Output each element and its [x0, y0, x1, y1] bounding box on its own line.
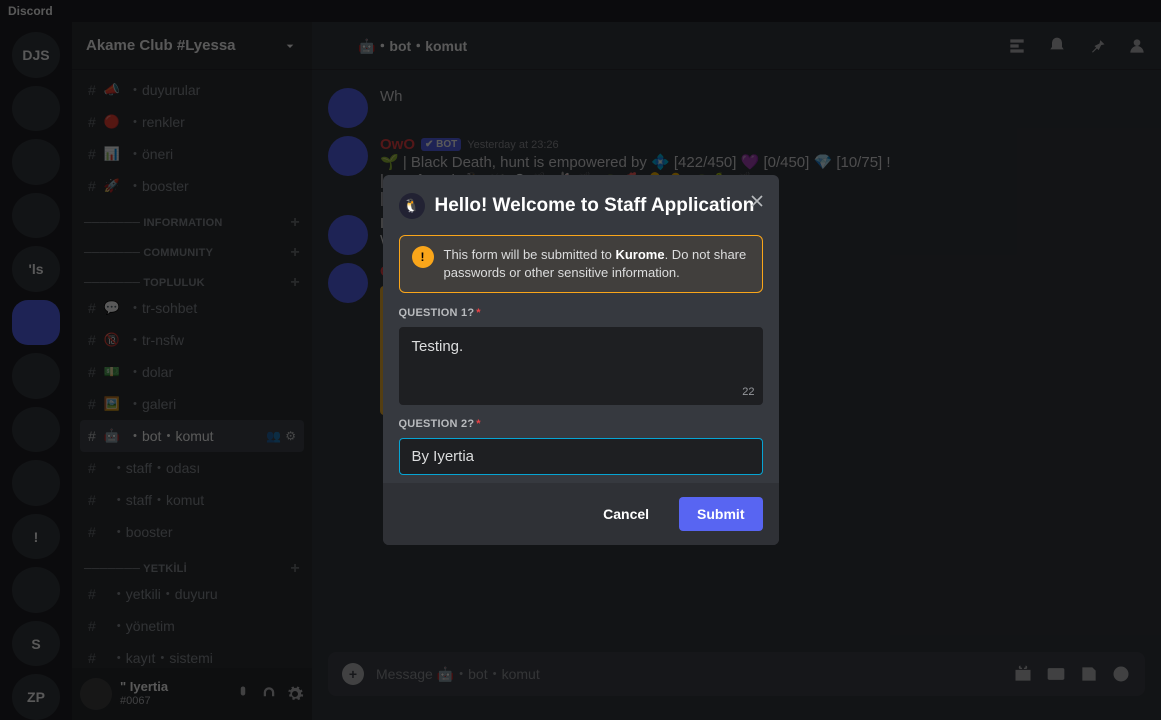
modal-warning: ! This form will be submitted to Kurome.…: [399, 235, 763, 293]
staff-application-modal: 🐧 Hello! Welcome to Staff Application ! …: [383, 175, 779, 545]
warning-icon: !: [412, 246, 434, 268]
cancel-button[interactable]: Cancel: [585, 497, 667, 531]
modal-overlay: 🐧 Hello! Welcome to Staff Application ! …: [0, 0, 1161, 720]
modal-app-icon: 🐧: [399, 193, 425, 219]
q1-char-count: 22: [399, 386, 763, 398]
q2-label: Question 2?*: [399, 418, 763, 430]
close-icon[interactable]: [747, 191, 767, 211]
q1-label: Question 1?*: [399, 307, 763, 319]
q2-input[interactable]: [399, 438, 763, 475]
modal-title: Hello! Welcome to Staff Application: [435, 195, 755, 217]
submit-button[interactable]: Submit: [679, 497, 762, 531]
